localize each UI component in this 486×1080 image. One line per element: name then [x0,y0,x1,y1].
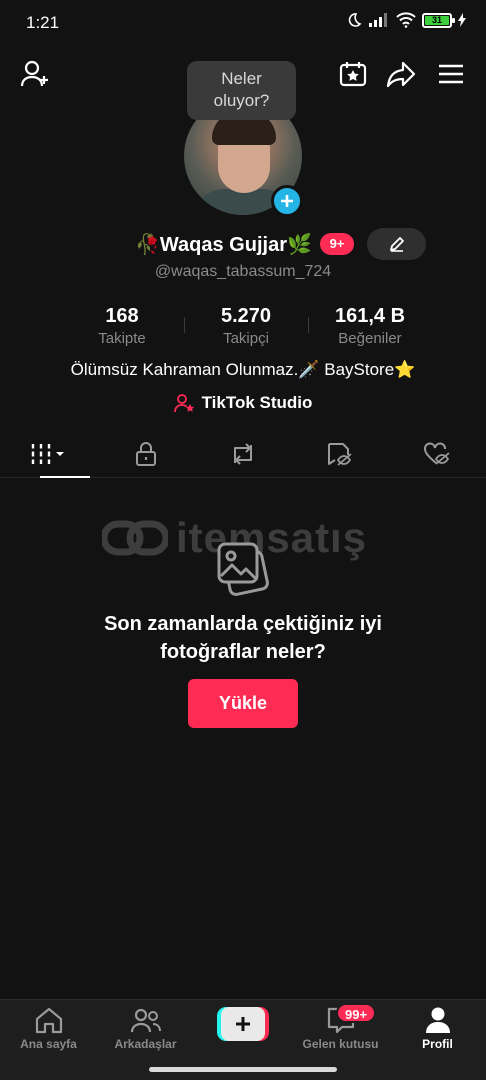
friends-icon [130,1008,161,1033]
upload-button[interactable]: Yükle [188,679,298,728]
watermark-logo-icon [102,520,168,556]
photos-empty-icon [213,538,273,598]
profile-person-icon [425,1007,450,1033]
tab-favorites[interactable] [292,430,389,477]
profile-stats: 168 Takipte 5.270 Takipçi 161,4 B Beğeni… [60,305,432,351]
wifi-icon [396,12,416,28]
nav-label: Gelen kutusu [302,1037,379,1051]
nav-profile[interactable]: Profil [389,1006,486,1051]
tab-liked[interactable] [389,430,486,477]
whats-happening-tooltip[interactable]: Neler oluyor? [187,61,296,120]
bookmark-hidden-icon [328,442,352,466]
stat-label: Beğeniler [338,330,402,347]
tooltip-line-2: oluyor? [213,91,270,110]
add-story-button[interactable] [271,185,303,217]
tooltip-line-1: Neler [221,69,262,88]
profile-bio: Ölümsüz Kahraman Olunmaz.🗡️ BayStore⭐ [70,360,416,379]
name-row: 🥀Waqas Gujjar🌿 9+ [0,228,486,260]
stat-following[interactable]: 168 Takipte [60,305,184,351]
edit-profile-button[interactable] [367,228,426,260]
moon-icon [348,13,362,27]
home-icon [35,1007,62,1034]
plus-icon [236,1017,250,1031]
pencil-icon [389,237,404,252]
add-friend-button[interactable] [18,58,52,90]
stat-label: Takipte [98,330,146,347]
add-user-icon [20,60,48,87]
empty-state-title: Son zamanlarda çektiğiniz iyi fotoğrafla… [104,613,382,663]
stat-followers[interactable]: 5.270 Takipçi [184,305,308,351]
lock-icon [135,441,156,466]
calendar-star-icon [339,62,367,87]
battery-icon: 31 [422,12,455,28]
grid-dropdown-icon [30,443,64,464]
stat-value: 161,4 B [334,305,406,327]
status-bar: 1:21 31 [0,0,486,46]
create-button-inner [221,1007,265,1041]
tab-private[interactable] [97,430,194,477]
calendar-button[interactable] [336,58,370,90]
hamburger-menu-icon [439,64,463,84]
nav-label: Profil [422,1037,453,1051]
nav-label: Arkadaşlar [114,1037,177,1051]
studio-label: TikTok Studio [201,393,313,412]
inbox-badge: 99+ [336,1003,377,1023]
status-time: 1:21 [26,13,60,32]
plus-icon [281,195,293,207]
nav-label: Ana sayfa [20,1037,77,1051]
username-handle: @waqas_tabassum_724 [154,263,332,280]
share-arrow-icon [386,61,416,88]
stat-value: 168 [105,305,139,327]
menu-button[interactable] [434,58,468,90]
stat-value: 5.270 [220,305,272,327]
name-notification-badge[interactable]: 9+ [320,233,354,255]
studio-user-star-icon [173,394,194,413]
nav-friends[interactable]: Arkadaşlar [97,1006,194,1051]
status-icons: 31 [346,12,466,28]
content-tabs [0,430,486,478]
nav-home[interactable]: Ana sayfa [0,1006,97,1051]
battery-level: 31 [425,15,449,25]
tab-reposts[interactable] [194,430,291,477]
home-indicator[interactable] [149,1067,337,1072]
heart-hidden-icon [424,441,450,465]
share-button[interactable] [384,58,418,90]
signal-icon [369,13,387,27]
tiktok-studio-link[interactable]: TikTok Studio [0,393,486,413]
repost-icon [234,442,252,465]
charging-icon [458,13,466,27]
tab-videos[interactable] [0,430,97,478]
create-button[interactable] [217,1007,269,1041]
stat-likes[interactable]: 161,4 B Beğeniler [308,305,432,351]
display-name: 🥀Waqas Gujjar🌿 [135,234,312,256]
stat-label: Takipçi [223,330,269,347]
